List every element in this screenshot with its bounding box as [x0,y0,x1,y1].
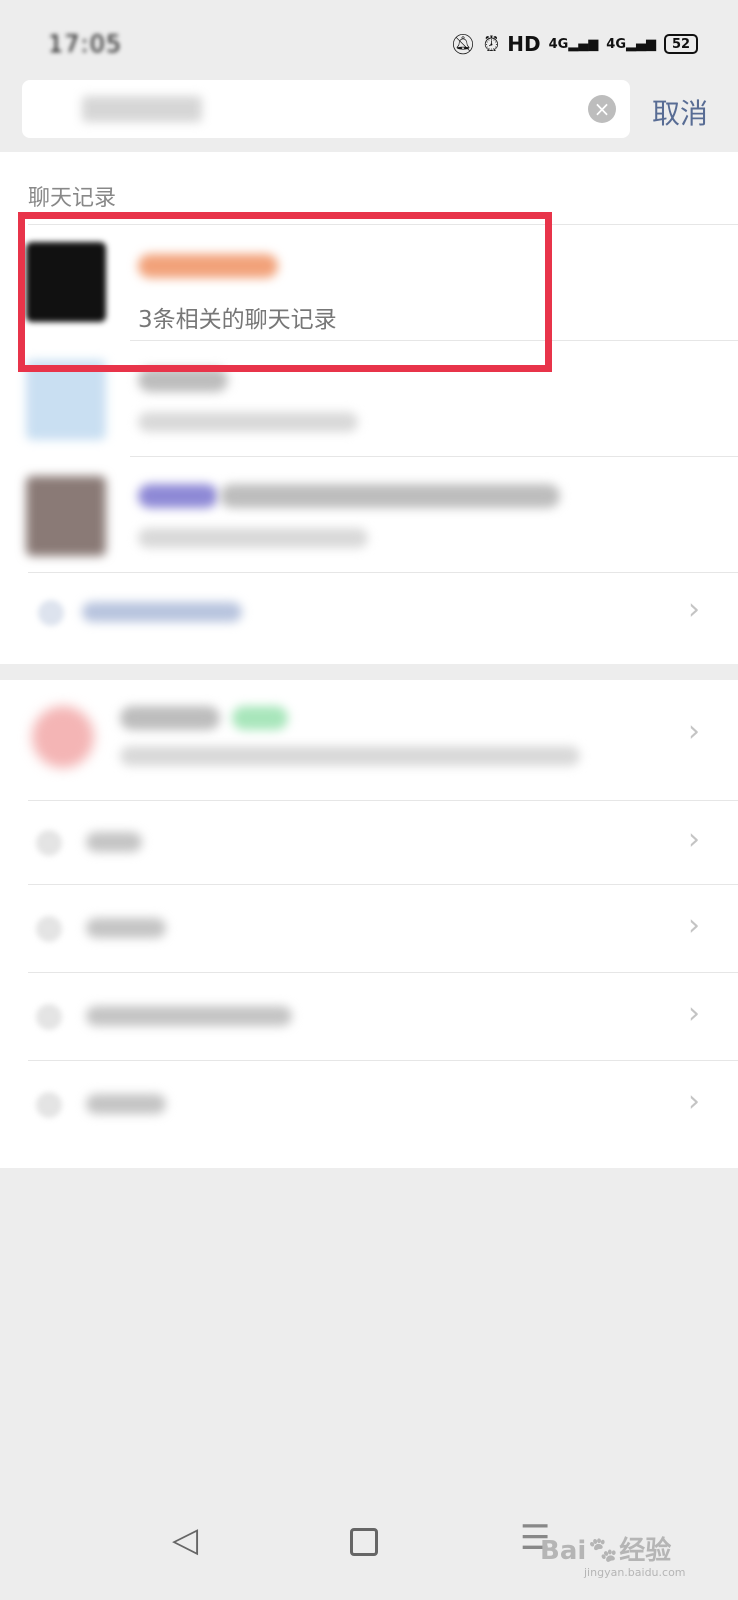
item-title-redacted [120,706,220,730]
item-title-redacted [86,918,166,938]
divider [130,456,738,457]
contact-detail-redacted [138,528,368,548]
contact-tag-redacted [138,484,218,508]
signal-icon: 4G▂▄▆ [548,36,599,52]
divider [28,884,738,885]
cancel-button[interactable]: 取消 [652,92,708,132]
list-item[interactable]: › [0,974,738,1060]
list-item[interactable]: › [0,684,738,800]
list-item[interactable]: › [0,802,738,886]
section-title: 聊天记录 [28,186,117,211]
item-title-redacted [86,1094,166,1114]
list-item[interactable]: › [0,886,738,972]
item-detail-redacted [120,746,580,766]
baidu-watermark: Bai🐾︎经验 [540,1536,672,1566]
chevron-right-icon: › [688,1084,700,1119]
search-icon [36,830,62,856]
back-icon[interactable]: ◁ [172,1520,198,1560]
contact-name-redacted [220,484,560,508]
home-icon[interactable] [350,1528,378,1556]
clear-icon[interactable]: × [588,95,616,123]
search-icon [36,1004,62,1030]
item-title-redacted [86,832,142,852]
search-input[interactable]: × [22,80,630,138]
more-results-label-redacted [82,602,242,622]
chevron-right-icon: › [688,592,700,627]
watermark-url: jingyan.baidu.com [584,1566,686,1579]
contact-detail-redacted [138,412,358,432]
status-time: 17:05 [48,30,123,58]
avatar [26,360,106,440]
more-results-link[interactable]: › [0,574,738,652]
list-item[interactable]: › [0,1062,738,1148]
signal-icon-2: 4G▂▄▆ [606,36,656,52]
list-item[interactable] [0,458,738,574]
chevron-right-icon: › [688,822,700,857]
highlight-box [18,212,552,372]
divider [28,572,738,573]
item-title-redacted [86,1006,292,1026]
star-icon [32,706,94,768]
status-icons: 🔕︎ ⏰︎ HD 4G▂▄▆ 4G▂▄▆ 52 [450,32,698,56]
avatar [26,476,106,556]
status-bar: 17:05 🔕︎ ⏰︎ HD 4G▂▄▆ 4G▂▄▆ 52 [0,0,738,78]
search-icon [36,916,62,942]
divider [28,800,738,801]
divider [28,1060,738,1061]
divider [28,972,738,973]
chevron-right-icon: › [688,996,700,1031]
search-icon [38,600,64,626]
chevron-right-icon: › [688,714,700,749]
battery-icon: 52 [664,34,698,54]
hd-label: HD [507,32,541,56]
search-icon [36,1092,62,1118]
mute-bell-icon: 🔕︎ [450,32,476,56]
search-query-redacted [82,96,202,122]
alarm-icon: ⏰︎ [483,32,500,56]
item-tag-redacted [232,706,288,730]
chevron-right-icon: › [688,908,700,943]
